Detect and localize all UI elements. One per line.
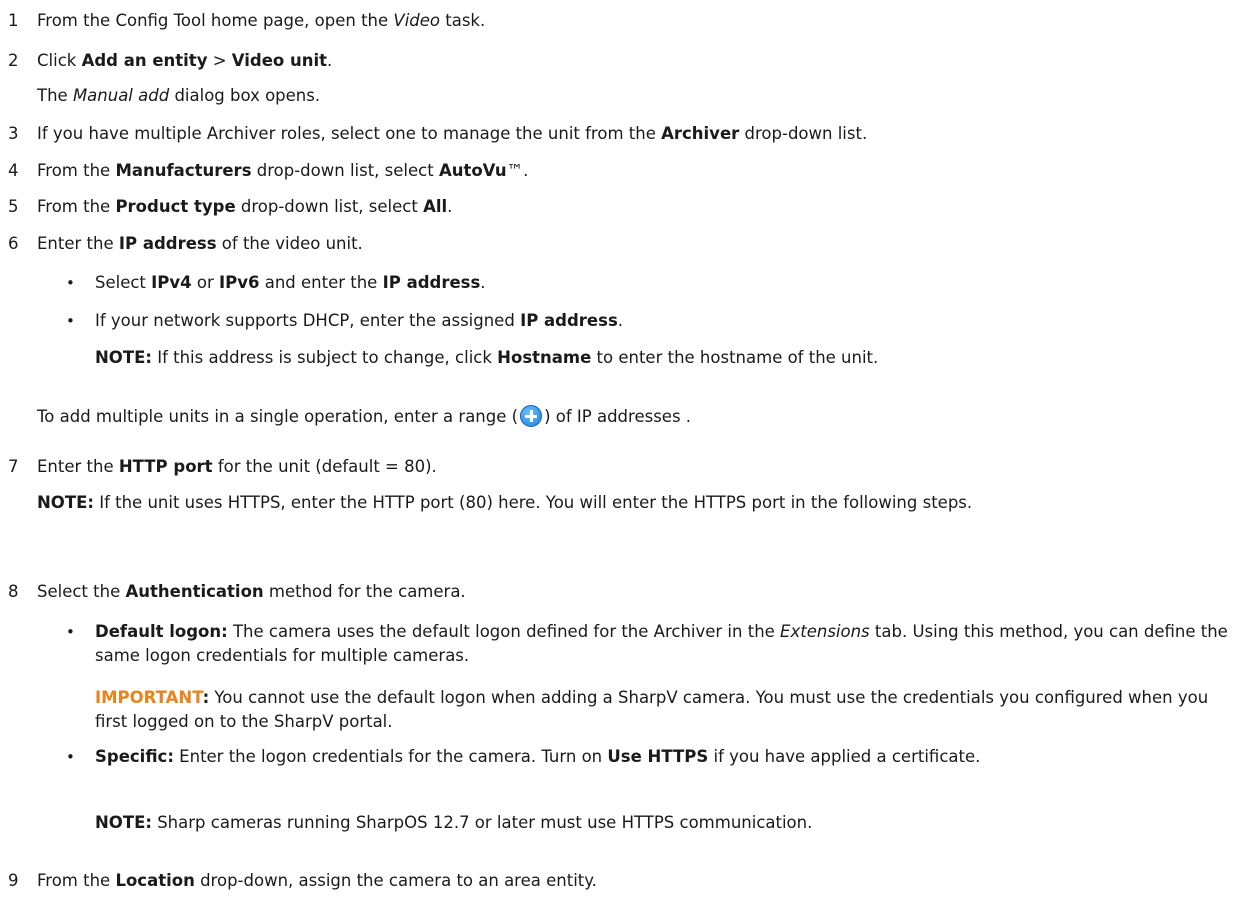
step-number: 6 [8,234,19,253]
bullet-icon: • [66,312,75,330]
step-text: From the Manufacturers drop-down list, s… [37,161,529,180]
step-text: Click Add an entity > Video unit. [37,51,333,70]
bullet-icon: • [66,623,75,641]
step-text: From the Location drop-down, assign the … [37,871,597,890]
plus-circle-icon [520,405,543,427]
step-number: 8 [8,582,19,601]
step-text: From the Product type drop-down list, se… [37,197,453,216]
important-note: IMPORTANT: You cannot use the default lo… [95,688,1209,731]
range-hint: To add multiple units in a single operat… [37,405,692,427]
bullet-icon: • [66,274,75,292]
step-number: 3 [8,124,19,143]
note: NOTE: Sharp cameras running SharpOS 12.7… [95,813,813,832]
step-text: Enter the IP address of the video unit. [37,234,363,253]
step-result: The Manual add dialog box opens. [37,86,321,105]
step-text: Enter the HTTP port for the unit (defaul… [37,457,437,476]
bullet-item: Select IPv4 or IPv6 and enter the IP add… [95,273,486,292]
note: NOTE: If this address is subject to chan… [95,348,879,367]
step-number: 4 [8,161,19,180]
bullet-item: Default logon: The camera uses the defau… [95,622,1228,665]
step-number: 1 [8,11,19,30]
bullet-item: Specific: Enter the logon credentials fo… [95,747,981,766]
note: NOTE: If the unit uses HTTPS, enter the … [37,493,973,512]
step-text: From the Config Tool home page, open the… [37,11,486,30]
step-number: 9 [8,871,19,890]
step-number: 2 [8,51,19,70]
step-text: Select the Authentication method for the… [37,582,466,601]
bullet-icon: • [66,748,75,766]
step-number: 5 [8,197,19,216]
bullet-item: If your network supports DHCP, enter the… [95,311,624,330]
step-number: 7 [8,457,19,476]
step-text: If you have multiple Archiver roles, sel… [37,124,868,143]
